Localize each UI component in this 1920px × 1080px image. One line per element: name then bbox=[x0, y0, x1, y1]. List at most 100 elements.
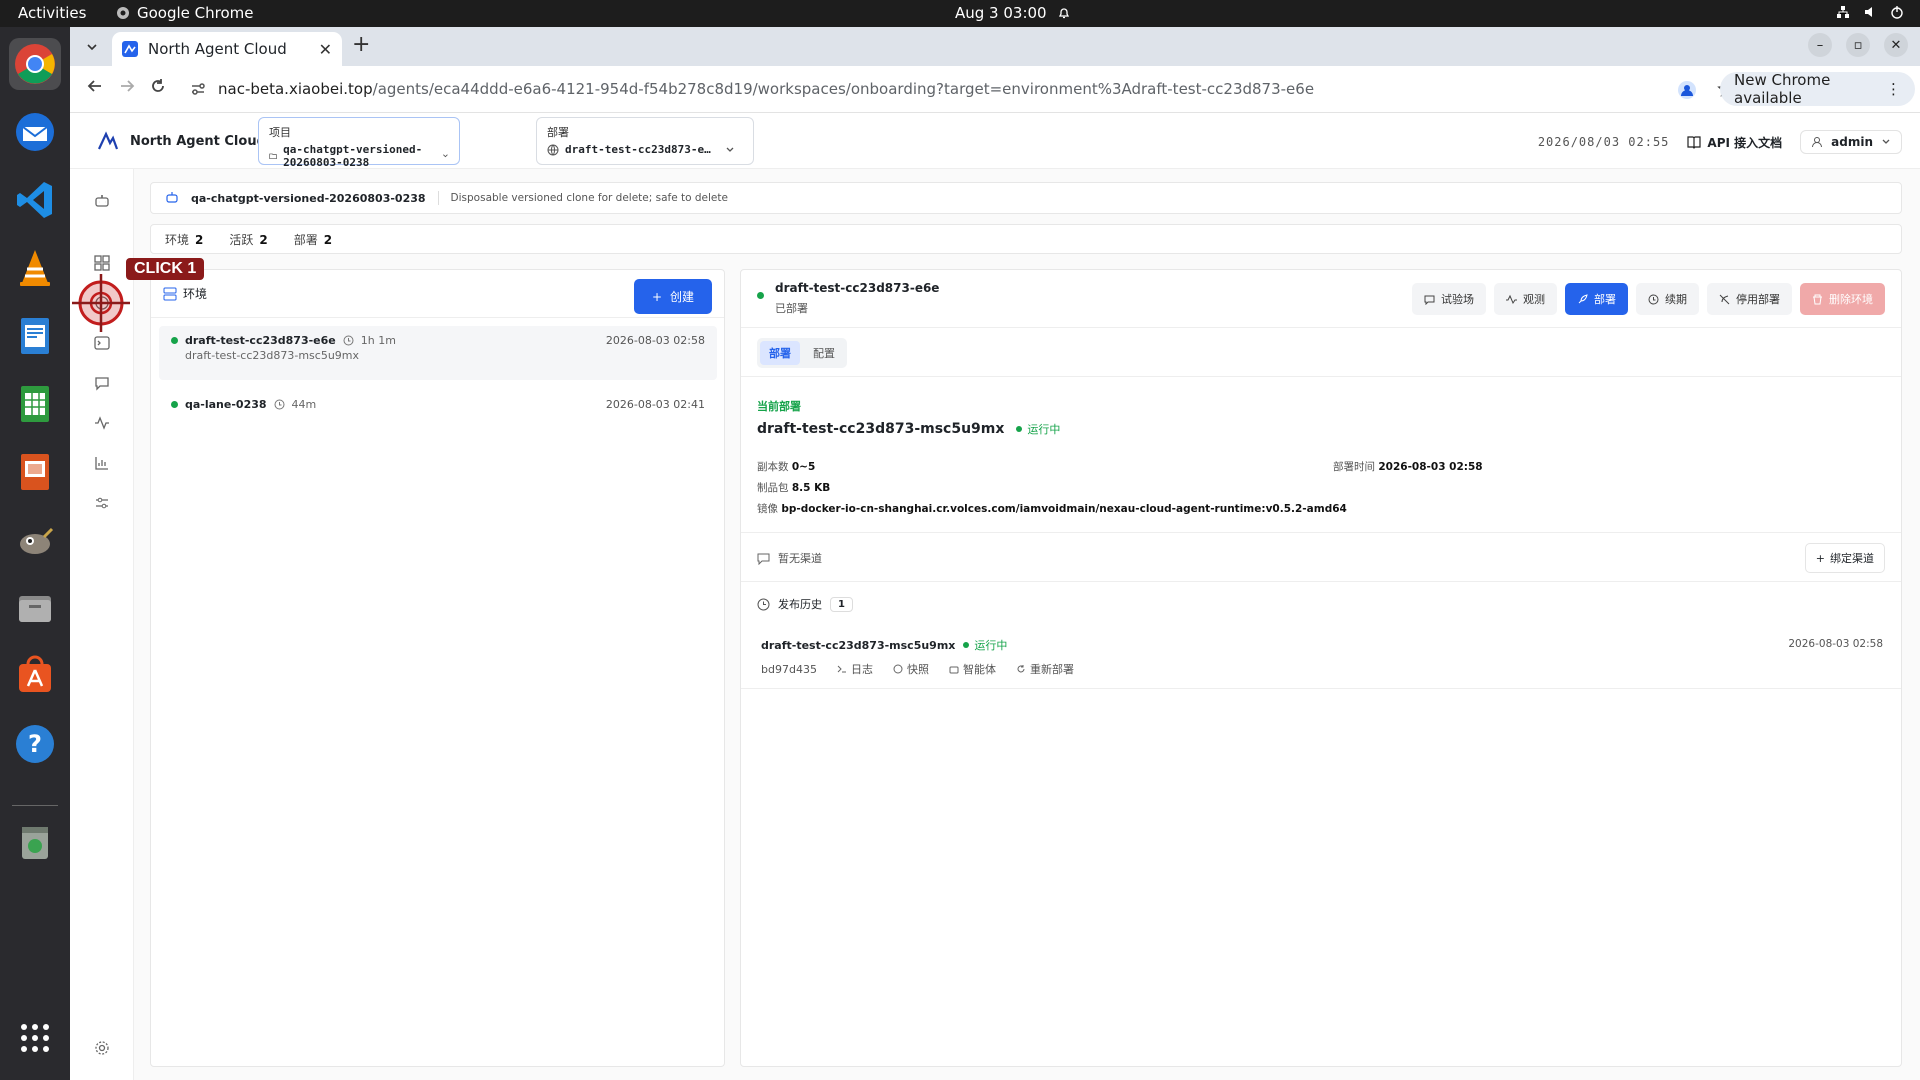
activity-icon[interactable] bbox=[94, 415, 110, 431]
observe-button[interactable]: 观测 bbox=[1494, 283, 1557, 315]
os-clock[interactable]: Aug 3 03:00 bbox=[955, 4, 1071, 22]
settings-sliders-icon[interactable] bbox=[94, 495, 110, 511]
crosshair-target-icon bbox=[72, 274, 130, 332]
redeploy-link[interactable]: 重新部署 bbox=[1016, 661, 1074, 677]
chat-icon[interactable] bbox=[94, 375, 110, 391]
system-tray[interactable] bbox=[1836, 5, 1904, 19]
project-label: 项目 bbox=[269, 126, 291, 139]
dock-help-icon[interactable]: ? bbox=[9, 718, 61, 770]
url-path: /agents/eca44ddd-e6a6-4121-954d-f54b278c… bbox=[372, 80, 1315, 98]
new-chrome-label: New Chrome available bbox=[1734, 71, 1831, 107]
chat-icon bbox=[1424, 295, 1435, 305]
rocket-off-icon bbox=[1719, 294, 1730, 304]
deployment-name-row: draft-test-cc23d873-msc5u9mx 运行中 bbox=[757, 421, 1060, 437]
stop-deploy-button[interactable]: 停用部署 bbox=[1707, 283, 1792, 315]
brand[interactable]: North Agent Cloud bbox=[96, 129, 266, 153]
tab-close-icon[interactable]: ✕ bbox=[319, 40, 332, 59]
project-selector[interactable]: 项目 qa-chatgpt-versioned-20260803-0238 bbox=[258, 117, 460, 169]
dock-writer-icon[interactable] bbox=[9, 310, 61, 362]
tab-search-button[interactable] bbox=[79, 34, 105, 60]
tab-deploy[interactable]: 部署 bbox=[760, 341, 800, 365]
agent-link[interactable]: 智能体 bbox=[949, 661, 996, 677]
svg-text:?: ? bbox=[28, 730, 42, 758]
dock-chrome-icon[interactable] bbox=[9, 38, 61, 90]
close-window-button[interactable]: ✕ bbox=[1884, 33, 1908, 57]
history-count-badge: 1 bbox=[830, 596, 853, 612]
dock-thunderbird-icon[interactable] bbox=[9, 106, 61, 158]
camera-icon bbox=[893, 664, 903, 674]
deploy-button[interactable]: 部署 bbox=[1565, 283, 1628, 315]
create-label: 创建 bbox=[670, 290, 695, 304]
robot-icon bbox=[166, 192, 178, 203]
clock-icon bbox=[274, 399, 285, 410]
dock-app-grid-icon[interactable] bbox=[9, 1012, 61, 1064]
active-app-menu[interactable]: Google Chrome bbox=[116, 4, 254, 22]
detail-tabs: 部署 配置 bbox=[757, 338, 847, 368]
running-badge: 运行中 bbox=[1016, 421, 1060, 437]
env-name: qa-lane-0238 bbox=[185, 398, 267, 411]
os-top-bar: Activities Google Chrome Aug 3 03:00 bbox=[0, 0, 1920, 27]
chart-icon[interactable] bbox=[94, 455, 110, 471]
detail-status: 已部署 bbox=[775, 302, 808, 315]
dock-files-icon[interactable] bbox=[9, 582, 61, 634]
reload-icon[interactable] bbox=[150, 78, 166, 94]
window-controls: – ▫ ✕ bbox=[1808, 33, 1908, 57]
dock-vlc-icon[interactable] bbox=[9, 242, 61, 294]
image: 镜像 bp-docker-io-cn-shanghai.cr.volces.co… bbox=[757, 503, 1347, 515]
environment-panel: 环境 + 创建 draft-test-cc23d873-e6e 1h 1m 20… bbox=[150, 269, 725, 1067]
user-menu[interactable]: admin bbox=[1800, 130, 1902, 154]
refresh-icon bbox=[1017, 665, 1025, 673]
deploy-value: draft-test-cc23d873-e… bbox=[565, 143, 711, 156]
channels-section: 暂无渠道 + 绑定渠道 bbox=[741, 532, 1901, 582]
dock-vscode-icon[interactable] bbox=[9, 174, 61, 226]
dock-impress-icon[interactable] bbox=[9, 446, 61, 498]
site-info-icon[interactable] bbox=[190, 81, 206, 97]
env-list-item[interactable]: qa-lane-0238 44m 2026-08-03 02:41 bbox=[159, 398, 717, 411]
tab-north-agent-cloud[interactable]: North Agent Cloud ✕ bbox=[112, 32, 342, 66]
env-age: 44m bbox=[291, 398, 317, 411]
dock-gimp-icon[interactable] bbox=[9, 514, 61, 566]
env-age: 1h 1m bbox=[360, 334, 396, 347]
chevron-down-icon bbox=[726, 147, 734, 152]
plus-icon: + bbox=[651, 289, 663, 304]
volume-icon bbox=[1865, 7, 1872, 17]
project-info-bar: qa-chatgpt-versioned-20260803-0238 Dispo… bbox=[150, 182, 1902, 214]
tab-config[interactable]: 配置 bbox=[804, 341, 844, 365]
bind-channel-button[interactable]: + 绑定渠道 bbox=[1804, 543, 1885, 573]
more-menu-icon[interactable]: ⋮ bbox=[1886, 80, 1901, 98]
create-environment-button[interactable]: + 创建 bbox=[634, 279, 712, 314]
address-bar[interactable]: nac-beta.xiaobei.top/agents/eca44ddd-e6a… bbox=[190, 72, 1735, 106]
profile-icon[interactable] bbox=[1677, 80, 1697, 100]
maximize-button[interactable]: ▫ bbox=[1846, 33, 1870, 57]
workspace-icon[interactable] bbox=[94, 255, 110, 271]
env-name: draft-test-cc23d873-e6e bbox=[185, 334, 336, 347]
new-tab-button[interactable]: + bbox=[352, 32, 370, 57]
chevron-down-icon bbox=[1882, 139, 1890, 144]
renew-button[interactable]: 续期 bbox=[1636, 283, 1699, 315]
deployment-selector[interactable]: 部署 draft-test-cc23d873-e… bbox=[536, 117, 754, 165]
dock-software-icon[interactable] bbox=[9, 650, 61, 702]
api-docs-link[interactable]: API 接入文档 bbox=[1687, 134, 1782, 151]
gear-icon[interactable] bbox=[94, 1040, 110, 1056]
dock-calc-icon[interactable] bbox=[9, 378, 61, 430]
activities-button[interactable]: Activities bbox=[18, 4, 86, 22]
history-actions: bd97d435 日志 快照 智能体 重新部署 bbox=[761, 661, 1074, 677]
robot-icon[interactable] bbox=[94, 193, 110, 209]
delete-environment-button[interactable]: 删除环境 bbox=[1800, 283, 1885, 315]
terminal-icon bbox=[837, 665, 846, 673]
terminal-icon[interactable] bbox=[94, 335, 110, 351]
new-chrome-available-button[interactable]: New Chrome available ⋮ bbox=[1720, 71, 1915, 107]
back-icon[interactable] bbox=[87, 78, 103, 94]
detail-header: draft-test-cc23d873-e6e 已部署 试验场 观测 部署 续期… bbox=[741, 270, 1901, 328]
chrome-small-icon bbox=[117, 7, 129, 19]
user-name: admin bbox=[1831, 135, 1873, 149]
logs-link[interactable]: 日志 bbox=[837, 661, 873, 677]
playground-button[interactable]: 试验场 bbox=[1412, 283, 1486, 315]
dock-trash-icon[interactable] bbox=[9, 816, 61, 868]
status-dot bbox=[171, 401, 178, 408]
minimize-button[interactable]: – bbox=[1808, 33, 1832, 57]
forward-icon[interactable] bbox=[119, 78, 135, 94]
status-dot bbox=[171, 337, 178, 344]
snapshot-link[interactable]: 快照 bbox=[893, 661, 929, 677]
env-list-item-selected[interactable]: draft-test-cc23d873-e6e 1h 1m 2026-08-03… bbox=[159, 326, 717, 380]
